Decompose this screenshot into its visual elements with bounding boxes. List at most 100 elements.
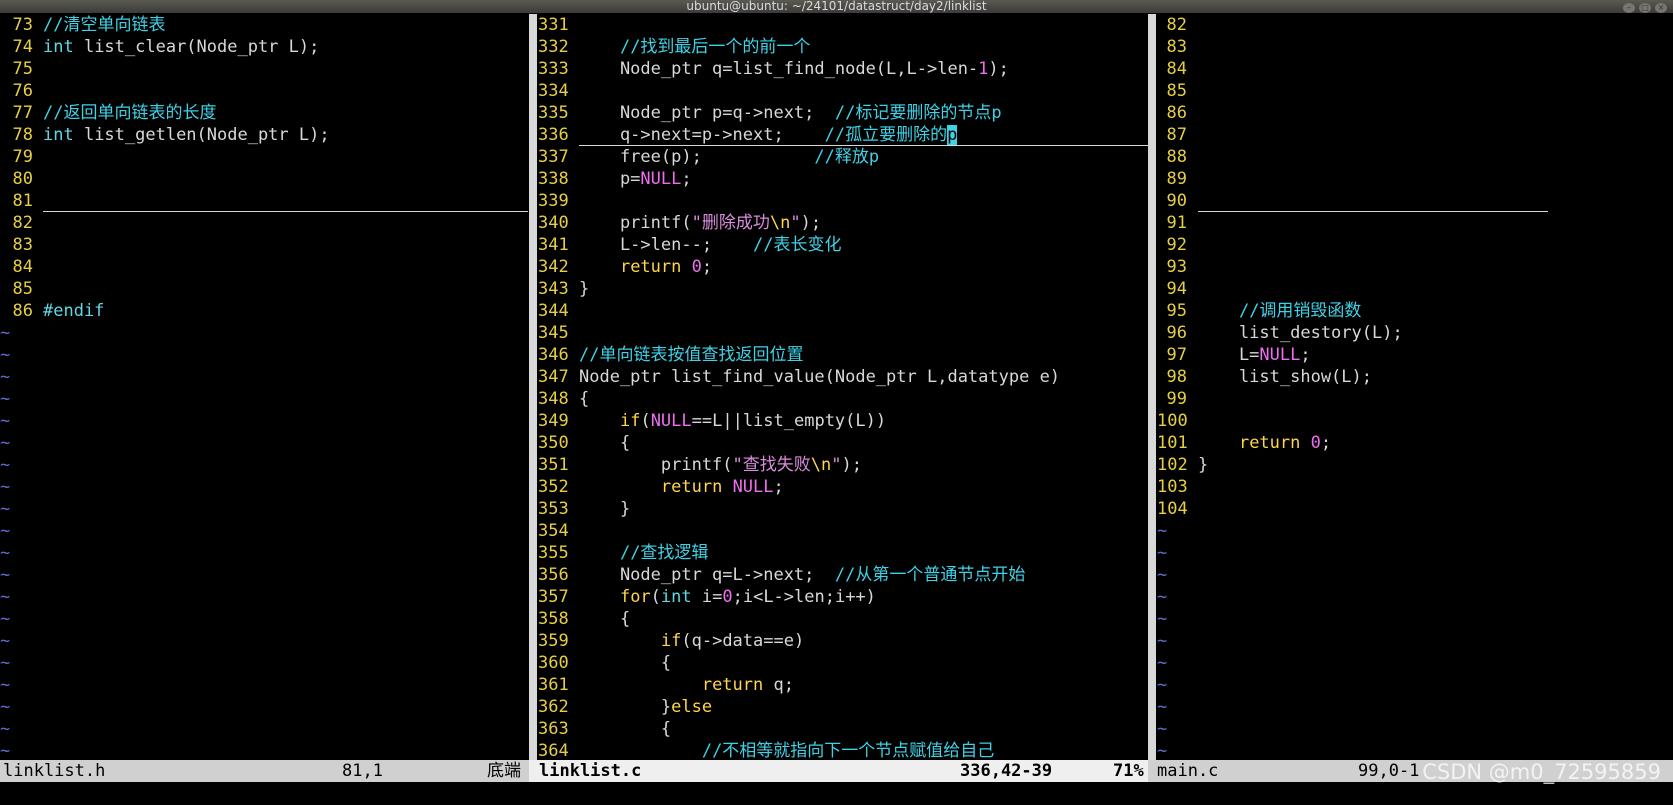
code-line[interactable]: 77 //返回单向链表的长度 (0, 102, 528, 124)
code-line[interactable]: 83 (0, 234, 528, 256)
editor-pane-linklist-c[interactable]: 331 332 //找到最后一个的前一个 333 Node_ptr q=list_f… (538, 14, 1148, 760)
vertical-split-divider-1[interactable] (529, 14, 537, 760)
code-line[interactable]: 81 (0, 190, 528, 212)
code-line[interactable]: 337 free(p); //释放p (538, 146, 1148, 168)
code-line[interactable]: 358 { (538, 608, 1148, 630)
close-icon[interactable]: × (1655, 3, 1667, 13)
code-line[interactable]: 86 #endif (0, 300, 528, 322)
code-line[interactable]: 87 (1157, 124, 1567, 146)
code-line[interactable]: 344 (538, 300, 1148, 322)
code-token: //单向链表按值查找返回位置 (579, 345, 804, 365)
code-line[interactable]: 331 (538, 14, 1148, 36)
maximize-icon[interactable]: □ (1639, 3, 1651, 13)
code-line[interactable]: 362 }else (538, 696, 1148, 718)
code-line[interactable]: 338 p=NULL; (538, 168, 1148, 190)
code-line[interactable]: 100 (1157, 410, 1567, 432)
code-line[interactable]: 74 int list_clear(Node_ptr L); (0, 36, 528, 58)
code-line[interactable]: 360 { (538, 652, 1148, 674)
code-line[interactable]: 98 list_show(L); (1157, 366, 1567, 388)
code-line[interactable]: 351 printf("查找失败\n"); (538, 454, 1148, 476)
empty-buffer-marker: ~ (0, 697, 11, 717)
code-line[interactable]: 364 //不相等就指向下一个节点赋值给自己 (538, 740, 1148, 760)
code-line[interactable]: 78 int list_getlen(Node_ptr L); (0, 124, 528, 146)
line-number: 84 (1166, 59, 1187, 79)
code-line[interactable]: 336 q->next=p->next; //孤立要删除的p (538, 124, 1148, 146)
code-token: #endif (43, 301, 105, 321)
code-line[interactable]: 340 printf("删除成功\n"); (538, 212, 1148, 234)
code-line[interactable]: 90 (1157, 190, 1567, 212)
code-line[interactable]: 349 if(NULL==L||list_empty(L)) (538, 410, 1148, 432)
code-line[interactable]: 350 { (538, 432, 1148, 454)
status-line-linklist-c[interactable]: linklist.c 336,42-39 71% (529, 760, 1148, 782)
code-line[interactable]: 103 (1157, 476, 1567, 498)
code-line[interactable]: 354 (538, 520, 1148, 542)
line-number: 343 (538, 279, 569, 299)
code-line[interactable]: 82 (0, 212, 528, 234)
code-line[interactable]: 348 { (538, 388, 1148, 410)
code-line[interactable]: 343} (538, 278, 1148, 300)
code-line[interactable]: 80 (0, 168, 528, 190)
code-line[interactable]: 75 (0, 58, 528, 80)
line-number: 364 (538, 741, 569, 760)
code-line[interactable]: 97 L=NULL; (1157, 344, 1567, 366)
code-line[interactable]: 93 (1157, 256, 1567, 278)
code-line[interactable]: 342 return 0; (538, 256, 1148, 278)
empty-buffer-marker: ~ (0, 565, 11, 585)
code-line[interactable]: 102} (1157, 454, 1567, 476)
code-line[interactable]: 79 (0, 146, 528, 168)
code-text: L->len--; //表长变化 (579, 235, 842, 255)
code-line[interactable]: 101 return 0; (1157, 432, 1567, 454)
code-line[interactable]: 85 (1157, 80, 1567, 102)
code-line[interactable]: 357 for(int i=0;i<L->len;i++) (538, 586, 1148, 608)
code-line[interactable]: 94 (1157, 278, 1567, 300)
code-line[interactable]: 76 (0, 80, 528, 102)
code-line[interactable]: 83 (1157, 36, 1567, 58)
code-line[interactable]: 85 (0, 278, 528, 300)
editor-pane-linklist-h[interactable]: 73//清空单向链表 74 int list_clear(Node_ptr L); 7… (0, 14, 528, 760)
code-token: //查找逻辑 (619, 543, 709, 563)
line-number: 362 (538, 697, 569, 717)
code-line[interactable]: 73 //清空单向链表 (0, 14, 528, 36)
code-line[interactable]: 359 if(q->data==e) (538, 630, 1148, 652)
code-line[interactable]: 84 (0, 256, 528, 278)
empty-buffer-marker: ~ (1157, 631, 1168, 651)
command-line[interactable] (0, 782, 1673, 805)
code-line[interactable]: 88 (1157, 146, 1567, 168)
code-line[interactable]: 352 return NULL; (538, 476, 1148, 498)
code-line[interactable]: 346 //单向链表按值查找返回位置 (538, 344, 1148, 366)
editor-pane-main-c[interactable]: 82 83 84 85 86 87 88 89 90 91 92 93 94 95 //调用销毁函数 96 … (1157, 14, 1567, 760)
code-text: } (579, 279, 589, 299)
code-line[interactable]: 356 Node_ptr q=L->next; //从第一个普通节点开始 (538, 564, 1148, 586)
code-line[interactable]: 347 Node_ptr list_find_value(Node_ptr L,d… (538, 366, 1148, 388)
code-line[interactable]: 92 (1157, 234, 1567, 256)
code-line[interactable]: 345 (538, 322, 1148, 344)
line-number: 363 (538, 719, 569, 739)
code-line[interactable]: 355 //查找逻辑 (538, 542, 1148, 564)
code-line[interactable]: 96 list_destory(L); (1157, 322, 1567, 344)
status-line-linklist-h[interactable]: linklist.h 81,1 底端 (0, 760, 529, 782)
code-line[interactable]: 339 (538, 190, 1148, 212)
vertical-split-divider-2[interactable] (1148, 14, 1156, 760)
code-line[interactable]: 95 //调用销毁函数 (1157, 300, 1567, 322)
code-line[interactable]: 99 (1157, 388, 1567, 410)
code-line[interactable]: 363 { (538, 718, 1148, 740)
code-line[interactable]: 84 (1157, 58, 1567, 80)
code-line[interactable]: 91 (1157, 212, 1567, 234)
code-line[interactable]: 332 //找到最后一个的前一个 (538, 36, 1148, 58)
line-number: 75 (12, 59, 33, 79)
code-line[interactable]: 335 Node_ptr p=q->next; //标记要删除的节点p (538, 102, 1148, 124)
code-line[interactable]: 82 (1157, 14, 1567, 36)
code-text: { (579, 719, 671, 739)
minimize-icon[interactable]: – (1623, 3, 1635, 13)
code-token: { (579, 609, 631, 629)
code-line[interactable]: 334 (538, 80, 1148, 102)
code-line[interactable]: 89 (1157, 168, 1567, 190)
code-line[interactable]: 353 } (538, 498, 1148, 520)
code-line[interactable]: 333 Node_ptr q=list_find_node(L,L->len-1… (538, 58, 1148, 80)
code-line[interactable]: 341 L->len--; //表长变化 (538, 234, 1148, 256)
code-line[interactable]: 104 (1157, 498, 1567, 520)
code-line[interactable]: 361 return q; (538, 674, 1148, 696)
code-line[interactable]: 86 (1157, 102, 1567, 124)
code-text: //返回单向链表的长度 (43, 103, 216, 123)
line-number: 341 (538, 235, 569, 255)
